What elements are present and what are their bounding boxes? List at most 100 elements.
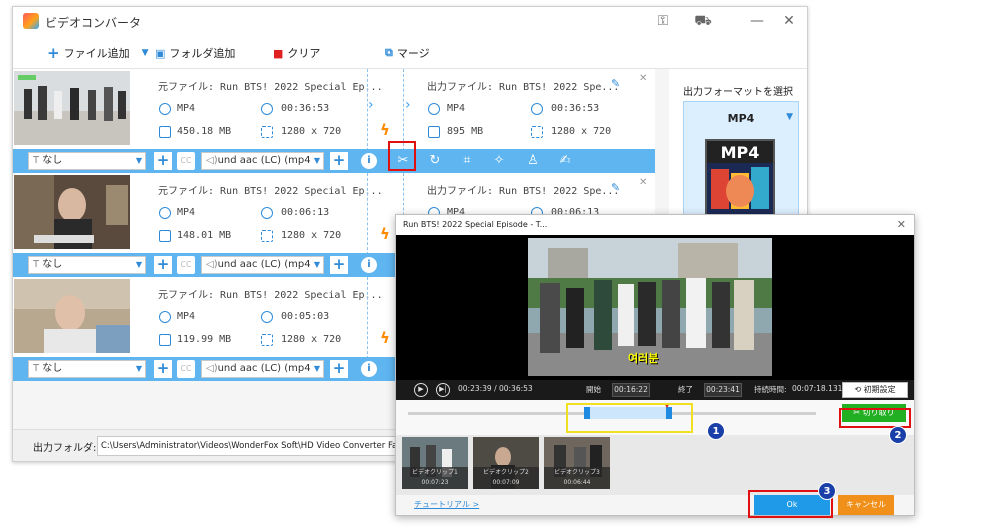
lightning-icon[interactable]: ϟ [380,225,390,243]
duration-value: 00:07:18.131 [792,384,843,393]
cc-icon[interactable]: CC [177,152,195,170]
key-icon[interactable]: ⚿ [653,11,673,31]
add-folder-button[interactable]: ▣ フォルダ追加 [155,44,235,62]
source-size: 148.01 MB [177,230,232,241]
end-time-input[interactable]: 00:23:41 [704,383,742,397]
trash-icon: ■ [273,46,284,60]
source-format: MP4 [177,103,196,114]
subtitle-select[interactable]: T なし ▼ [28,360,146,378]
format-icon [159,311,171,323]
clock-icon [261,311,273,323]
output-file-label: 出力ファイル: Run BTS! 2022 Spe... [427,82,620,93]
subtitle-select[interactable]: T なし ▼ [28,256,146,274]
brush-icon[interactable]: ✍ [557,153,573,168]
plus-icon: + [47,44,60,62]
audio-track-select[interactable]: ◁)und aac (LC) (mp4 ▼ [201,152,324,170]
clear-label: クリア [287,47,321,60]
audio-track-value: und aac (LC) (mp4 [217,259,311,270]
chevron-down-icon[interactable]: ▼ [142,48,149,58]
next-frame-icon[interactable]: ▶| [436,383,450,397]
text-icon: T [33,259,43,270]
start-time-input[interactable]: 00:16:22 [612,383,650,397]
info-icon[interactable]: i [361,257,377,273]
subtitle-value: なし [42,363,63,374]
video-clip[interactable]: ビデオクリップ1 00:07:23 [402,437,468,489]
magic-wand-icon[interactable]: ✧ [491,153,507,168]
add-subtitle-button[interactable]: + [154,152,172,170]
add-subtitle-button[interactable]: + [154,256,172,274]
video-thumbnail[interactable] [14,279,130,353]
close-icon[interactable]: ✕ [897,218,906,231]
reset-button[interactable]: ⟲ 初期設定 [842,382,908,398]
audio-track-value: und aac (LC) (mp4 [217,155,311,166]
video-clip[interactable]: ビデオクリップ3 00:06:44 [544,437,610,489]
audio-track-select[interactable]: ◁)und aac (LC) (mp4 ▼ [201,360,324,378]
info-icon[interactable]: i [361,361,377,377]
add-audio-button[interactable]: + [330,152,348,170]
source-size: 450.18 MB [177,126,232,137]
add-file-button[interactable]: + ファイル追加 ▼ [47,44,149,62]
folder-icon [159,230,171,242]
crop-icon[interactable]: ⌗ [459,153,475,168]
clock-icon [531,103,543,115]
subtitle-select[interactable]: T なし ▼ [28,152,146,170]
dialog-title: Run BTS! 2022 Special Episode - T... [396,215,914,235]
play-icon[interactable]: ▶ [414,383,428,397]
playback-time: 00:23:39 / 00:36:53 [458,384,533,393]
app-title: ビデオコンバータ [45,16,142,30]
audio-track-value: und aac (LC) (mp4 [217,363,311,374]
output-folder-path[interactable]: C:\Users\Administrator\Videos\WonderFox … [97,436,397,456]
duration-label: 持続時間: [754,385,787,394]
cc-icon[interactable]: CC [177,360,195,378]
remove-file-icon[interactable]: ✕ [639,177,647,188]
add-audio-button[interactable]: + [330,256,348,274]
remove-file-icon[interactable]: ✕ [639,73,647,84]
chevron-down-icon: ▼ [313,257,320,273]
add-audio-button[interactable]: + [330,360,348,378]
reset-icon: ⟲ [854,385,864,394]
edit-name-icon[interactable]: ✎ [611,77,620,90]
cc-icon[interactable]: CC [177,256,195,274]
folder-icon [159,334,171,346]
resolution-icon [531,126,543,138]
clock-icon [261,103,273,115]
source-duration: 00:05:03 [281,311,330,322]
chevron-down-icon: ▼ [313,361,320,377]
clip-name: ビデオクリップ3 [554,469,600,476]
chevron-down-icon: ▼ [135,156,142,165]
clear-button[interactable]: ■ クリア [273,44,320,62]
add-folder-label: フォルダ追加 [169,47,236,60]
lightning-icon[interactable]: ϟ [380,121,390,139]
video-frame: 여러분 [528,238,772,376]
dialog-footer: チュートリアル > Ok キャンセル [396,495,914,515]
video-thumbnail[interactable] [14,71,130,145]
source-resolution: 1280 x 720 [281,334,342,345]
output-format-label: 出力フォーマットを選択 [683,87,793,98]
info-icon[interactable]: i [361,153,377,169]
video-clip[interactable]: ビデオクリップ2 00:07:09 [473,437,539,489]
arrow-right-icon: › [368,97,374,113]
rotate-icon[interactable]: ↻ [427,153,443,168]
edit-name-icon[interactable]: ✎ [611,181,620,194]
output-format-selector[interactable]: MP4 ▼ MP4 [683,101,799,221]
audio-track-select[interactable]: ◁)und aac (LC) (mp4 ▼ [201,256,324,274]
cart-icon[interactable]: ⛟ [693,11,713,31]
output-format: MP4 [447,103,466,114]
stamp-icon[interactable]: ♙ [525,153,541,168]
video-thumbnail[interactable] [14,175,130,249]
mp4-art-text: MP4 [720,143,760,162]
minimize-button[interactable]: — [747,11,767,31]
close-window-button[interactable]: ✕ [779,11,799,31]
divider [367,277,368,359]
cancel-button[interactable]: キャンセル [838,495,894,515]
clip-name: ビデオクリップ2 [483,469,529,476]
clock-icon [261,207,273,219]
mp4-format-image: MP4 [705,139,775,219]
merge-button[interactable]: ⧉ マージ [385,44,430,62]
divider [403,69,404,151]
output-folder-label: 出力フォルダ: [33,443,97,454]
tutorial-link[interactable]: チュートリアル > [414,499,479,510]
folder-plus-icon: ▣ [155,46,166,60]
add-subtitle-button[interactable]: + [154,360,172,378]
lightning-icon[interactable]: ϟ [380,329,390,347]
